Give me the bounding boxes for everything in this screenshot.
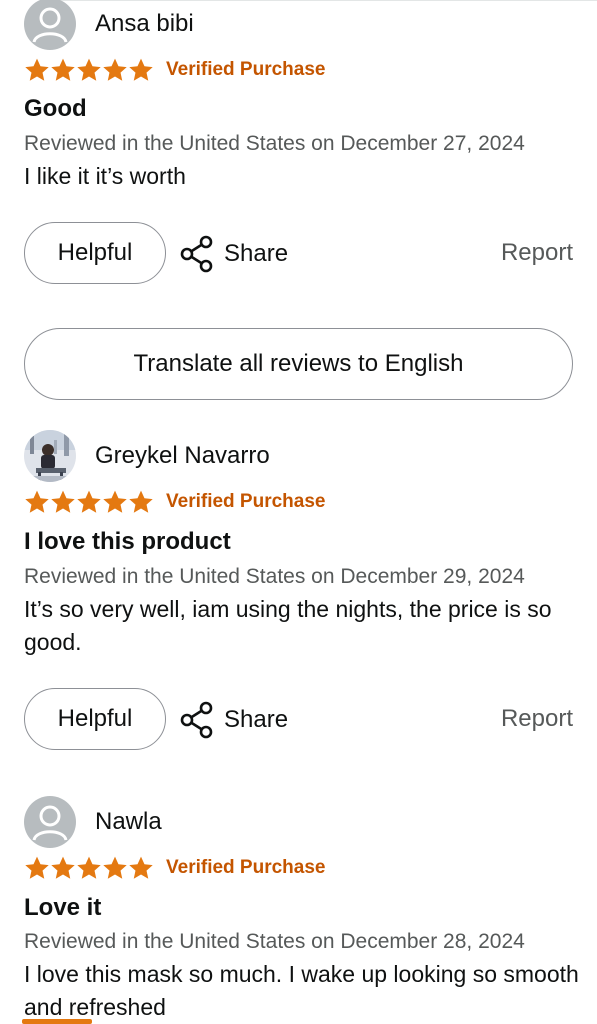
share-icon <box>180 235 213 273</box>
reviewer-profile[interactable]: Greykel Navarro <box>24 430 270 482</box>
verified-purchase-badge: Verified Purchase <box>166 59 326 80</box>
review-title: I love this product <box>24 528 231 555</box>
helpful-button[interactable]: Helpful <box>24 222 166 284</box>
star-icon <box>103 490 127 513</box>
review-title: Good <box>24 95 87 122</box>
star-icon <box>129 490 153 513</box>
star-icon <box>129 58 153 81</box>
scroll-indicator <box>22 1019 92 1024</box>
share-icon <box>180 701 213 739</box>
stars <box>24 489 154 515</box>
review-title: Love it <box>24 894 102 921</box>
photo-avatar-icon <box>24 430 76 482</box>
star-icon <box>25 490 49 513</box>
reviewer-profile[interactable]: Ansa bibi <box>24 0 194 50</box>
review-body: I like it it’s worth <box>24 163 186 189</box>
star-icon <box>129 856 153 879</box>
star-rating[interactable]: Verified Purchase <box>24 57 325 83</box>
star-rating[interactable]: Verified Purchase <box>24 855 325 881</box>
star-icon <box>77 490 101 513</box>
star-icon <box>77 58 101 81</box>
report-link[interactable]: Report <box>501 239 573 267</box>
reviewer-profile[interactable]: Nawla <box>24 796 162 848</box>
review-actions: Helpful Share Report <box>0 222 597 286</box>
star-icon <box>51 856 75 879</box>
star-icon <box>25 856 49 879</box>
reviewer-name: Greykel Navarro <box>95 442 270 469</box>
share-label: Share <box>224 240 289 267</box>
star-icon <box>103 58 127 81</box>
star-icon <box>25 58 49 81</box>
review-body: I love this mask so much. I wake up look… <box>24 961 579 1020</box>
share-label: Share <box>224 706 289 733</box>
star-icon <box>77 856 101 879</box>
star-rating[interactable]: Verified Purchase <box>24 489 325 515</box>
review-body: It’s so very well, iam using the nights,… <box>24 596 552 655</box>
review-date: Reviewed in the United States on Decembe… <box>24 930 525 953</box>
verified-purchase-badge: Verified Purchase <box>166 857 326 878</box>
default-avatar-icon <box>24 0 76 50</box>
review-actions: Helpful Share Report <box>0 688 597 752</box>
reviewer-name: Nawla <box>95 808 162 835</box>
report-link[interactable]: Report <box>501 705 573 733</box>
review-date: Reviewed in the United States on Decembe… <box>24 132 525 155</box>
stars <box>24 57 154 83</box>
verified-purchase-badge: Verified Purchase <box>166 491 326 512</box>
star-icon <box>51 490 75 513</box>
share-button[interactable]: Share <box>180 701 288 739</box>
reviewer-name: Ansa bibi <box>95 10 194 37</box>
stars <box>24 855 154 881</box>
translate-reviews-button[interactable]: Translate all reviews to English <box>24 328 573 400</box>
default-avatar-icon <box>24 796 76 848</box>
star-icon <box>103 856 127 879</box>
star-icon <box>51 58 75 81</box>
helpful-button[interactable]: Helpful <box>24 688 166 750</box>
share-button[interactable]: Share <box>180 235 288 273</box>
review-date: Reviewed in the United States on Decembe… <box>24 565 525 588</box>
